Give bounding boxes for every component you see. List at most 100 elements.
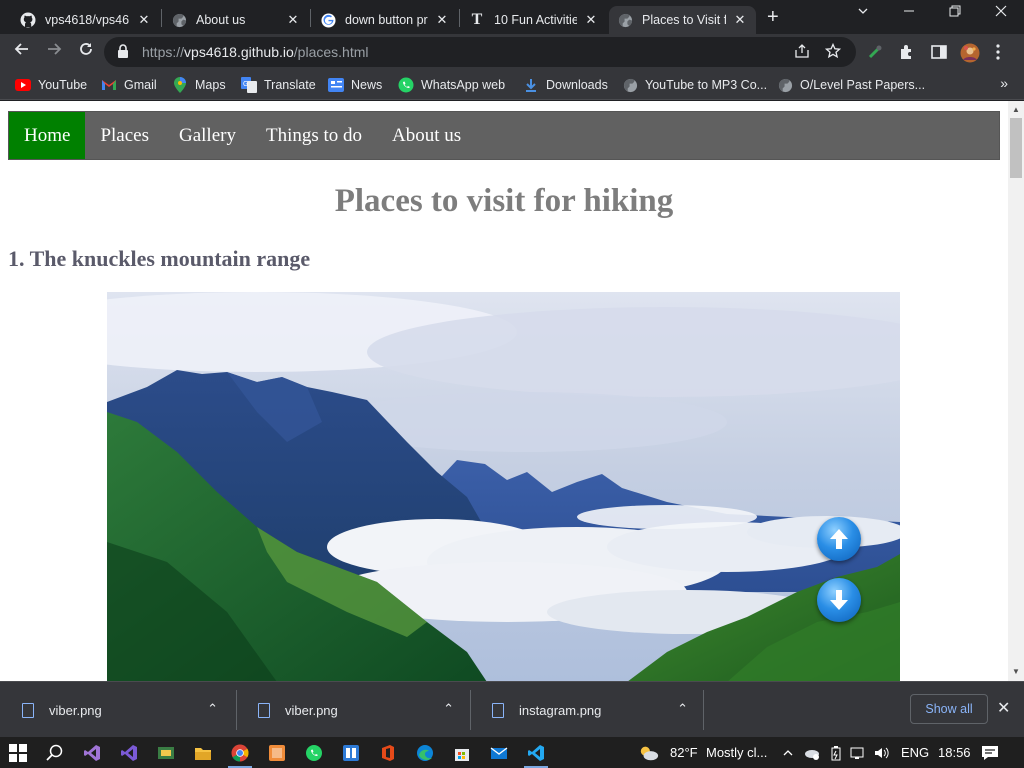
close-icon[interactable]: ✕ [997,698,1010,718]
chrome-icon[interactable] [230,743,250,763]
minimize-icon[interactable] [894,4,924,20]
app-orange-icon[interactable] [267,743,287,763]
page-scrollbar[interactable]: ▲ ▼ [1008,101,1024,681]
site-t-icon: T [471,11,483,28]
profile-avatar-icon[interactable] [960,43,980,63]
search-icon[interactable] [45,743,65,763]
mail-icon[interactable] [489,743,509,763]
visual-studio-preview-icon[interactable] [82,743,102,763]
tab-github[interactable]: vps4618/vps461 ✕ [12,6,160,34]
forward-arrow-icon[interactable] [43,41,65,63]
tab-fun-activities[interactable]: T 10 Fun Activitie ✕ [461,6,607,34]
lock-icon[interactable] [117,44,129,63]
notifications-icon[interactable] [980,743,1000,763]
download-filename: instagram.png [519,702,602,718]
scrollbar-thumb[interactable] [1010,118,1022,178]
visual-studio-icon[interactable] [119,743,139,763]
file-explorer-icon[interactable] [193,743,213,763]
bookmark-maps[interactable]: Maps [172,76,226,94]
bookmark-youtube[interactable]: YouTube [15,76,87,94]
address-bar[interactable]: https://vps4618.github.io/places.html [104,37,856,67]
side-panel-icon[interactable] [930,43,948,61]
microsoft-store-icon[interactable] [452,743,472,763]
bookmark-gmail[interactable]: Gmail [101,76,157,94]
windows-start-icon[interactable] [8,743,28,763]
extensions-puzzle-icon[interactable] [898,43,916,61]
star-bookmark-icon[interactable] [824,42,842,63]
volume-icon[interactable] [872,743,892,763]
restore-icon[interactable] [940,4,970,20]
scroll-up-arrow-icon[interactable]: ▲ [1012,105,1020,114]
chevron-up-icon[interactable]: ⌃ [443,701,454,717]
svg-text:G: G [243,81,248,88]
bookmark-news[interactable]: News [328,76,382,94]
tab-title: down button pr [345,13,428,27]
site-navbar: Home Places Gallery Things to do About u… [8,111,1000,160]
vscode-icon[interactable] [526,743,546,763]
nav-gallery-link[interactable]: Gallery [164,112,251,159]
edge-icon[interactable] [415,743,435,763]
page-title: Places to visit for hiking [334,183,674,219]
tab-search-chevron-icon[interactable] [848,4,878,20]
download-item[interactable]: viber.png ⌃ [236,682,470,738]
new-tab-button[interactable]: + [767,6,779,28]
arrow-up-icon [830,529,848,549]
bookmark-youtube-to-mp3[interactable]: YouTube to MP3 Co... [622,76,767,94]
scroll-down-button[interactable] [817,578,861,622]
download-item[interactable]: viber.png ⌃ [0,682,234,738]
chevron-up-icon[interactable]: ⌃ [207,701,218,717]
eyedropper-extension-icon[interactable] [866,43,884,61]
scroll-up-button[interactable] [817,517,861,561]
whatsapp-icon[interactable] [304,743,324,763]
app-blue-grid-icon[interactable] [341,743,361,763]
chevron-up-icon[interactable]: ⌃ [677,701,688,717]
bookmark-olevel-past-papers[interactable]: O/Level Past Papers... [777,76,925,94]
bookmark-whatsapp[interactable]: WhatsApp web [398,76,505,94]
scroll-down-arrow-icon[interactable]: ▼ [1012,667,1020,676]
bookmark-label: News [351,78,383,92]
tab-places-active[interactable]: Places to Visit fo ✕ [609,6,756,34]
nav-things-to-do-link[interactable]: Things to do [251,112,377,159]
back-arrow-icon[interactable] [11,41,33,63]
nav-places-link[interactable]: Places [85,112,164,159]
nav-home-link[interactable]: Home [9,112,86,159]
weather-temperature[interactable]: 82°F [670,745,698,760]
gmail-icon [101,77,117,93]
download-shelf: viber.png ⌃ viber.png ⌃ instagram.png ⌃ … [0,681,1024,737]
close-icon[interactable]: ✕ [732,12,748,28]
bookmark-translate[interactable]: G Translate [241,76,316,94]
tab-google-search[interactable]: down button pr ✕ [312,6,458,34]
close-icon[interactable]: ✕ [583,12,599,28]
bookmark-label: Maps [195,78,226,92]
window-close-icon[interactable] [986,4,1016,20]
clock-time[interactable]: 18:56 [938,745,971,760]
battery-icon[interactable] [826,743,846,763]
maps-icon [172,77,188,93]
browser-toolbar: https://vps4618.github.io/places.html [0,34,1024,70]
tab-about-us[interactable]: About us ✕ [163,6,309,34]
bookmark-label: Gmail [124,78,157,92]
chrome-menu-kebab-icon[interactable] [995,43,1013,61]
cloud-sync-icon[interactable] [802,743,822,763]
bookmark-downloads[interactable]: Downloads [523,76,608,94]
reload-icon[interactable] [75,41,97,63]
close-icon[interactable]: ✕ [434,12,450,28]
globe-icon [617,12,633,28]
network-icon[interactable] [848,743,868,763]
input-language[interactable]: ENG [901,745,929,760]
show-all-button[interactable]: Show all [910,694,988,724]
file-icon [492,702,504,718]
tray-chevron-up-icon[interactable] [778,743,798,763]
snipping-tool-icon[interactable] [156,743,176,763]
weather-description[interactable]: Mostly cl... [706,745,767,760]
tab-title: vps4618/vps461 [45,13,130,27]
tab-title: Places to Visit fo [642,13,726,27]
share-icon[interactable] [794,43,810,63]
weather-cloud-icon[interactable] [639,743,659,763]
nav-about-us-link[interactable]: About us [377,112,476,159]
download-item[interactable]: instagram.png ⌃ [470,682,704,738]
bookmarks-overflow-button[interactable]: » [1000,75,1008,91]
office-icon[interactable] [378,743,398,763]
close-icon[interactable]: ✕ [285,12,301,28]
close-icon[interactable]: ✕ [136,12,152,28]
